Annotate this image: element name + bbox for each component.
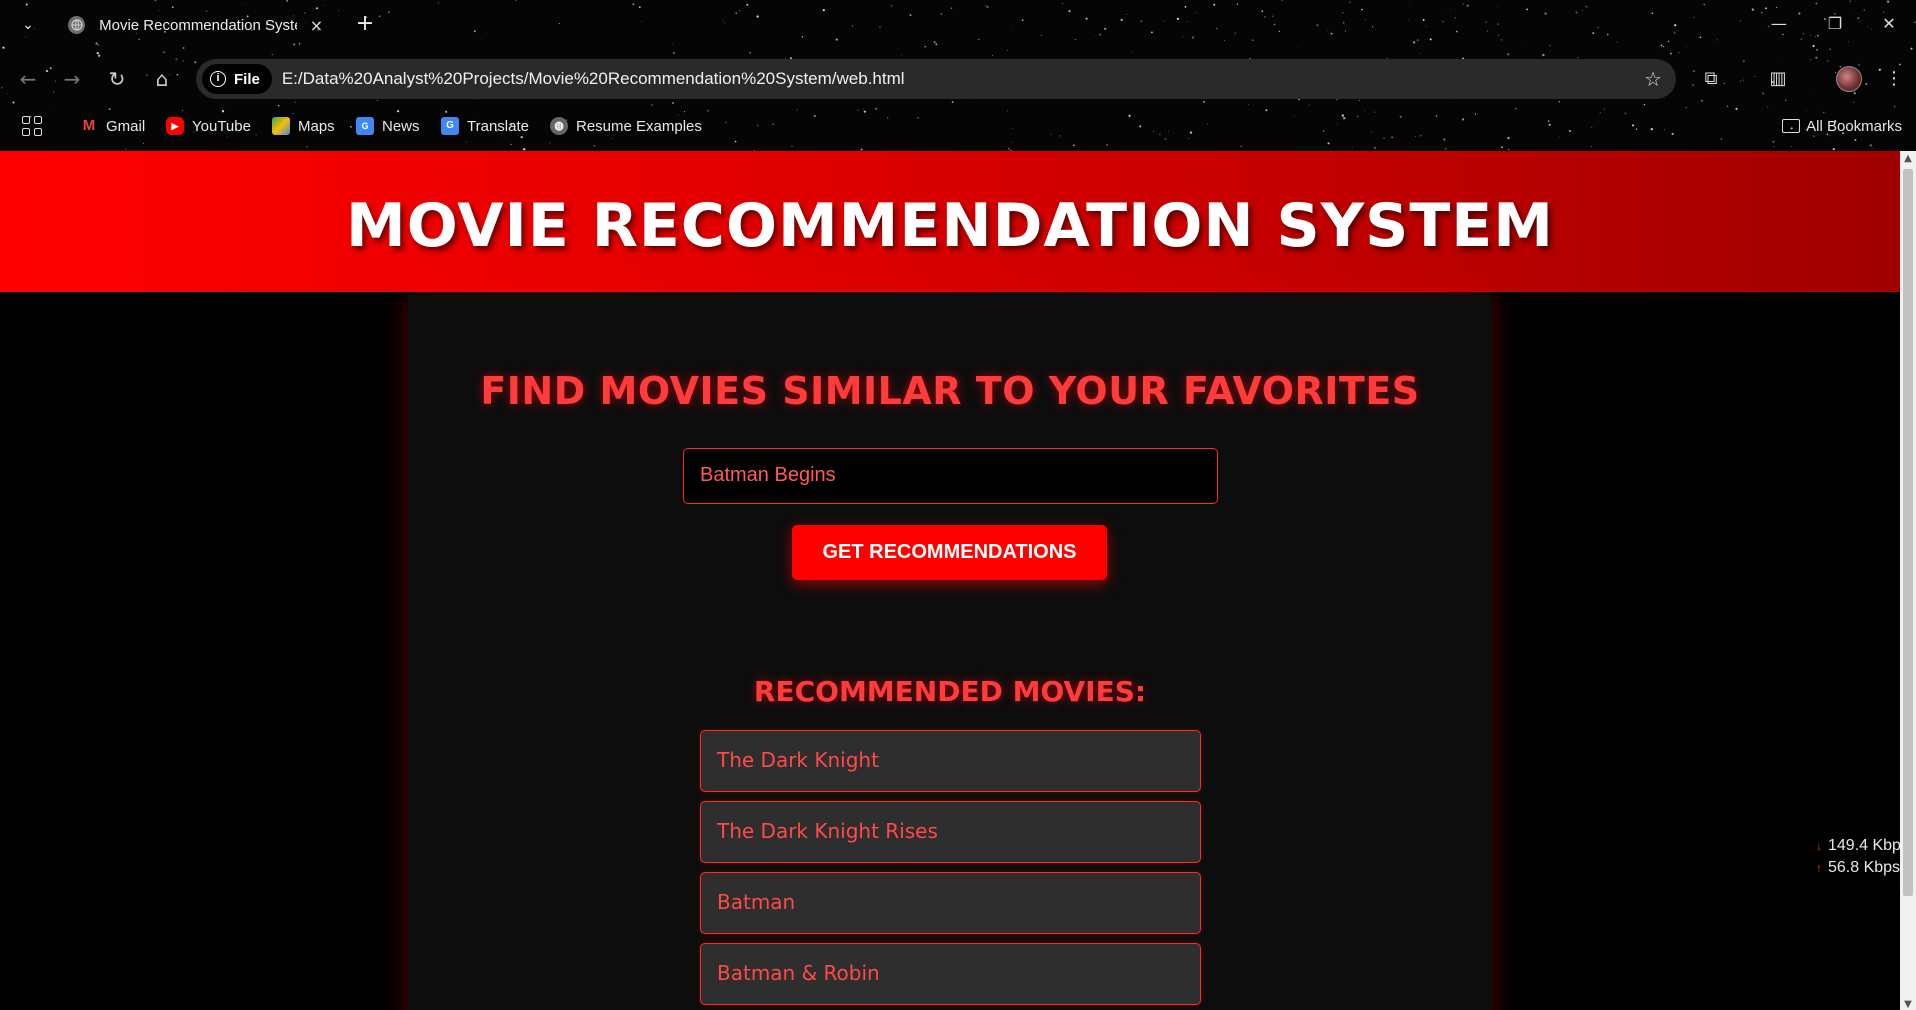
globe-icon: ◍	[550, 117, 568, 135]
extensions-icon[interactable]: ⧉	[1695, 63, 1727, 95]
site-info-label: File	[234, 70, 260, 88]
page-header: MOVIE RECOMMENDATION SYSTEM	[0, 151, 1900, 292]
tab-close-icon[interactable]: ×	[307, 16, 326, 35]
profile-avatar[interactable]	[1836, 66, 1862, 92]
movie-search-input[interactable]: Batman Begins	[683, 448, 1218, 504]
address-bar[interactable]: i File E:/Data%20Analyst%20Projects/Movi…	[196, 59, 1676, 99]
bookmark-label: Resume Examples	[576, 117, 702, 135]
reload-icon[interactable]: ↻	[101, 63, 133, 95]
down-arrow-icon: ↓	[1816, 839, 1822, 853]
bookmark-label: Maps	[298, 117, 335, 135]
bookmark-label: Gmail	[106, 117, 146, 135]
maps-icon	[272, 117, 290, 135]
news-icon: G	[356, 117, 374, 135]
translate-icon: G	[441, 117, 459, 135]
gmail-icon: M	[82, 117, 96, 134]
recommendation-item[interactable]: The Dark Knight	[700, 730, 1201, 792]
new-tab-button[interactable]: +	[352, 11, 378, 37]
recommendations-list: The Dark Knight The Dark Knight Rises Ba…	[700, 730, 1201, 1010]
bookmark-label: Translate	[467, 117, 529, 135]
bookmark-label: News	[382, 117, 420, 135]
url-text[interactable]: E:/Data%20Analyst%20Projects/Movie%20Rec…	[282, 69, 905, 89]
bookmark-translate[interactable]: G Translate	[441, 114, 529, 138]
restore-icon[interactable]: ❐	[1812, 10, 1858, 38]
all-bookmarks-button[interactable]: All Bookmarks	[1782, 114, 1902, 138]
bookmark-youtube[interactable]: ▶ YouTube	[166, 114, 251, 138]
tab-title: Movie Recommendation System	[99, 16, 297, 34]
toolbar: ← → ↻ ⌂ i File E:/Data%20Analyst%20Proje…	[0, 55, 1916, 103]
network-speed-overlay: ↓ 149.4 Kbps ↑ 56.8 Kbps	[1816, 835, 1900, 879]
bookmark-star-icon[interactable]: ☆	[1644, 67, 1662, 91]
bookmarks-bar: M Gmail ▶ YouTube Maps G News G Translat…	[0, 110, 1916, 142]
forward-icon[interactable]: →	[56, 63, 88, 95]
upload-speed-value: 56.8 Kbps	[1828, 859, 1900, 876]
up-arrow-icon: ↑	[1816, 861, 1822, 875]
tab-bar: ⌄ Movie Recommendation System × + — ❐ ✕	[0, 0, 1916, 50]
globe-favicon-icon	[68, 16, 86, 34]
info-icon: i	[210, 71, 226, 87]
bookmark-gmail[interactable]: M Gmail	[80, 114, 145, 138]
apps-grid-icon[interactable]	[22, 116, 42, 136]
download-speed: ↓ 149.4 Kbps	[1816, 835, 1900, 857]
get-recommendations-button[interactable]: GET RECOMMENDATIONS	[792, 525, 1107, 580]
bookmark-resume-examples[interactable]: ◍ Resume Examples	[550, 114, 702, 138]
close-window-icon[interactable]: ✕	[1866, 10, 1912, 38]
tab-search-chevron-icon[interactable]: ⌄	[14, 12, 42, 38]
recommendation-item[interactable]: The Dark Knight Rises	[700, 801, 1201, 863]
home-icon[interactable]: ⌂	[146, 63, 178, 95]
browser-chrome: ⌄ Movie Recommendation System × + — ❐ ✕ …	[0, 0, 1916, 151]
page-title: MOVIE RECOMMENDATION SYSTEM	[345, 190, 1554, 261]
minimize-icon[interactable]: —	[1756, 10, 1802, 38]
reading-list-icon[interactable]: ▥	[1762, 63, 1794, 95]
scroll-thumb[interactable]	[1903, 169, 1913, 896]
section-subtitle: FIND MOVIES SIMILAR TO YOUR FAVORITES	[480, 369, 1420, 413]
folder-icon	[1782, 119, 1801, 133]
scroll-down-arrow-icon[interactable]: ▼	[1903, 999, 1913, 1010]
vertical-scrollbar[interactable]: ▲ ▼	[1900, 151, 1916, 1010]
upload-speed: ↑ 56.8 Kbps	[1816, 857, 1900, 879]
scroll-up-arrow-icon[interactable]: ▲	[1903, 153, 1913, 164]
all-bookmarks-label: All Bookmarks	[1806, 117, 1902, 135]
download-speed-value: 149.4 Kbps	[1828, 837, 1900, 854]
back-icon[interactable]: ←	[12, 63, 44, 95]
bookmark-label: YouTube	[192, 117, 251, 135]
bookmark-maps[interactable]: Maps	[272, 114, 335, 138]
web-page: MOVIE RECOMMENDATION SYSTEM FIND MOVIES …	[0, 151, 1900, 1010]
recommendation-item[interactable]: Batman & Robin	[700, 943, 1201, 1005]
active-tab[interactable]: Movie Recommendation System ×	[52, 7, 336, 43]
bookmark-news[interactable]: G News	[356, 114, 420, 138]
recommendation-item[interactable]: Batman	[700, 872, 1201, 934]
site-info-chip[interactable]: i File	[202, 64, 272, 94]
menu-icon[interactable]: ⋮	[1878, 63, 1910, 95]
results-heading: RECOMMENDED MOVIES:	[753, 675, 1147, 708]
youtube-icon: ▶	[166, 117, 184, 135]
main-card: FIND MOVIES SIMILAR TO YOUR FAVORITES Ba…	[408, 295, 1492, 1010]
